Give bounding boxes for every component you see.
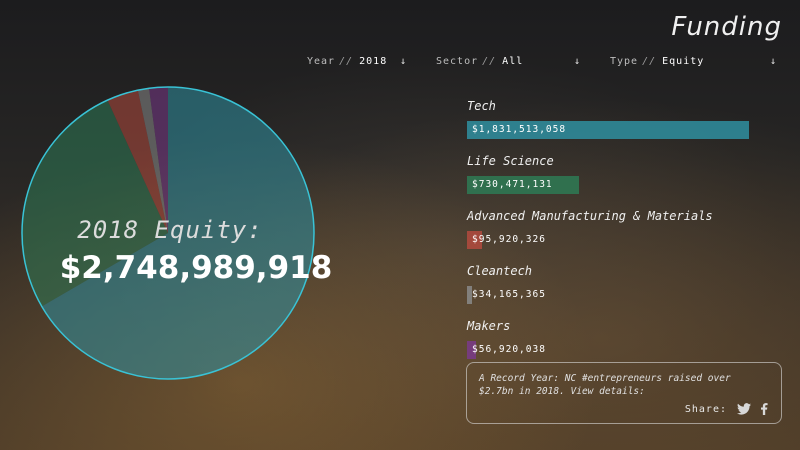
sector-amount: $730,471,131 bbox=[472, 179, 553, 190]
sector-bar: $730,471,131 bbox=[467, 176, 767, 194]
sector-name: Life Science bbox=[467, 154, 554, 168]
share-box: A Record Year: NC #entrepreneurs raised … bbox=[466, 362, 782, 424]
sector-bar: $34,165,365 bbox=[467, 286, 767, 304]
filter-type[interactable]: Type // Equity bbox=[610, 52, 704, 70]
sector-name: Tech bbox=[467, 99, 496, 113]
sector-tech[interactable]: Tech $1,831,513,058 bbox=[467, 99, 767, 139]
share-text[interactable]: A Record Year: NC #entrepreneurs raised … bbox=[479, 372, 769, 398]
filter-type-label: Type bbox=[610, 55, 639, 67]
facebook-icon[interactable] bbox=[757, 403, 771, 415]
sector-name: Makers bbox=[467, 319, 511, 333]
filter-type-value: Equity bbox=[662, 55, 705, 67]
sector-amount: $1,831,513,058 bbox=[472, 124, 567, 135]
filter-year-label: Year bbox=[307, 55, 336, 67]
sector-life-science[interactable]: Life Science $730,471,131 bbox=[467, 154, 767, 194]
sector-name: Cleantech bbox=[467, 264, 533, 278]
chevron-down-icon[interactable]: ↓ bbox=[770, 52, 777, 70]
filter-sector[interactable]: Sector // All bbox=[436, 52, 523, 70]
chevron-down-icon[interactable]: ↓ bbox=[400, 52, 407, 70]
sector-cleantech[interactable]: Cleantech $34,165,365 bbox=[467, 264, 767, 304]
summary-subtitle: 2018 Equity: bbox=[77, 216, 263, 244]
share-row: Share: bbox=[685, 403, 771, 415]
twitter-icon[interactable] bbox=[737, 403, 751, 415]
summary-total: $2,748,989,918 bbox=[59, 250, 333, 286]
sector-name: Advanced Manufacturing & Materials bbox=[467, 209, 713, 223]
sector-makers[interactable]: Makers $56,920,038 bbox=[467, 319, 767, 359]
chevron-down-icon[interactable]: ↓ bbox=[574, 52, 581, 70]
sector-bar: $1,831,513,058 bbox=[467, 121, 767, 139]
sector-amount: $34,165,365 bbox=[472, 289, 546, 300]
filter-year-value: 2018 bbox=[359, 55, 388, 67]
share-label: Share: bbox=[684, 403, 727, 415]
page-title: Funding bbox=[671, 12, 782, 42]
filter-separator: // bbox=[642, 55, 657, 67]
sector-bar: $95,920,326 bbox=[467, 231, 767, 249]
filter-separator: // bbox=[482, 55, 497, 67]
filter-sector-value: All bbox=[502, 55, 524, 67]
sector-bar: $56,920,038 bbox=[467, 341, 767, 359]
filter-sector-label: Sector bbox=[436, 55, 479, 67]
sector-amount: $56,920,038 bbox=[472, 344, 546, 355]
sector-amount: $95,920,326 bbox=[472, 234, 546, 245]
filter-separator: // bbox=[339, 55, 354, 67]
filter-bar: Year // 2018 ↓ Sector // All ↓ Type // E… bbox=[300, 52, 790, 72]
sector-advanced-manufacturing[interactable]: Advanced Manufacturing & Materials $95,9… bbox=[467, 209, 767, 249]
filter-year[interactable]: Year // 2018 bbox=[307, 52, 387, 70]
